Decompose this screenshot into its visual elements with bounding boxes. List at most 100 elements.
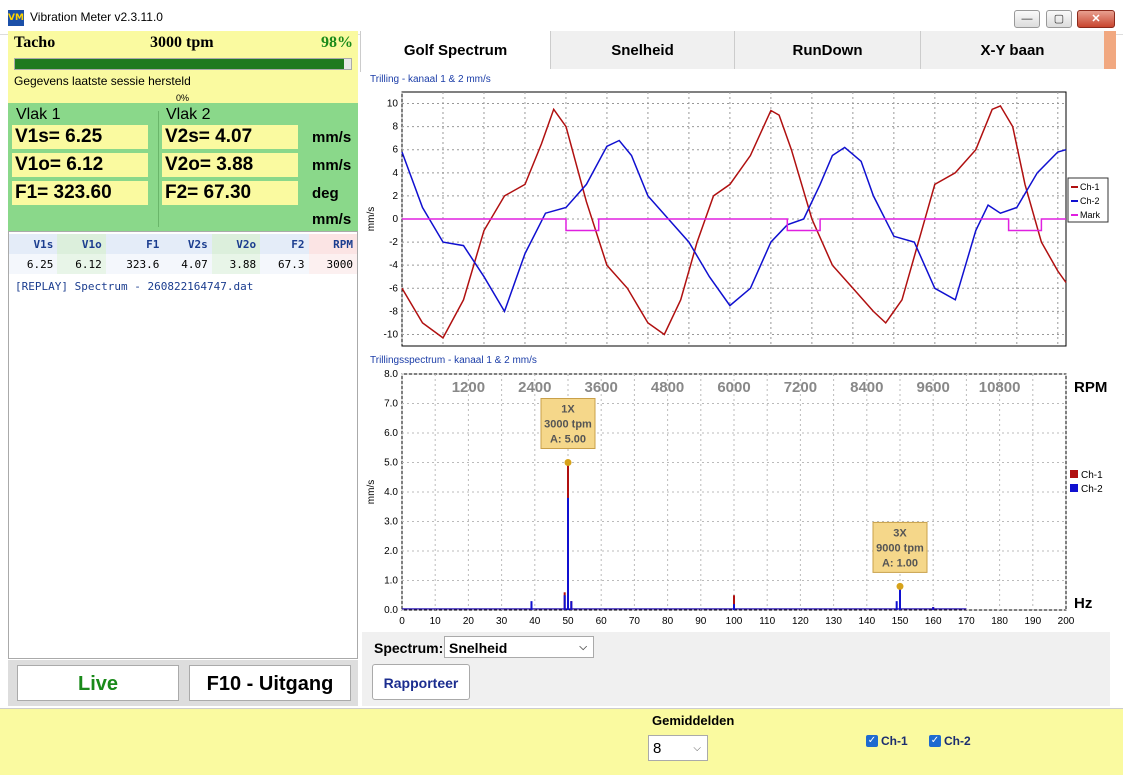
x-tick-label: 150	[892, 616, 909, 627]
y-tick-label: -8	[389, 306, 398, 317]
table-cell: 6.12	[57, 254, 106, 274]
waveform-chart: 0501001502002503003504004505005506006507…	[366, 91, 1109, 347]
f1-value: F1= 323.60	[12, 181, 148, 205]
averaging-select-value: 8	[653, 740, 662, 757]
legend-label: Ch-2	[1081, 484, 1103, 495]
averaging-select[interactable]: 8 ⌵	[648, 735, 708, 761]
tab-snelheid[interactable]: Snelheid	[550, 31, 734, 69]
title-bar: VM Vibration Meter v2.3.11.0 — ▢ ✕	[0, 0, 1123, 35]
table-header-cell: V2s	[163, 234, 212, 254]
y-tick-label: 2.0	[384, 546, 398, 557]
tacho-label: Tacho	[14, 34, 56, 51]
x-tick-label: 200	[1058, 616, 1075, 627]
rpm-tick-label: 2400	[518, 379, 551, 396]
x-tick-label: 0	[399, 616, 405, 627]
action-bar: Live F10 - Uitgang	[8, 660, 358, 706]
unit-label: mm/s	[312, 157, 352, 174]
y-axis-label: mm/s	[366, 480, 377, 504]
f2-value: F2= 67.30	[162, 181, 298, 205]
vlak2-title: Vlak 2	[166, 106, 211, 123]
x-tick-label: 50	[562, 616, 574, 627]
table-header-row: V1s V1o F1 V2s V2o F2 RPM	[9, 234, 357, 254]
y-tick-label: 8	[392, 122, 398, 133]
y-tick-label: 5.0	[384, 458, 398, 469]
x-tick-label: 190	[1024, 616, 1041, 627]
y-tick-label: 10	[387, 99, 399, 110]
legend-label: Ch-2	[1080, 196, 1100, 206]
tab-golf-spectrum[interactable]: Golf Spectrum	[360, 31, 550, 72]
data-table: V1s V1o F1 V2s V2o F2 RPM 6.25 6.12 323.…	[9, 234, 357, 274]
x-tick-label: 170	[958, 616, 975, 627]
table-header-cell: V1s	[9, 234, 58, 254]
table-cell: 323.6	[105, 254, 164, 274]
spectrum-label: Spectrum:	[374, 640, 444, 656]
tacho-progress-fill	[15, 59, 345, 69]
y-tick-label: 6	[392, 145, 398, 156]
peak-annotation-rpm: 9000 tpm	[876, 542, 924, 554]
y-axis-label: mm/s	[366, 207, 377, 231]
rpm-tick-label: 3600	[585, 379, 618, 396]
close-button[interactable]: ✕	[1077, 10, 1115, 28]
x-tick-label: 30	[496, 616, 508, 627]
v1o-value: V1o= 6.12	[12, 153, 148, 177]
x-tick-label: 20	[463, 616, 475, 627]
spectrum-chart-area: Trillingsspectrum - kanaal 1 & 2 mm/s 01…	[362, 352, 1110, 632]
y-tick-label: -2	[389, 237, 398, 248]
ch2-checkbox-label[interactable]: Ch-2	[944, 734, 971, 748]
bottom-bar: Gemiddelden 8 ⌵ ✓ Ch-1 ✓ Ch-2	[0, 708, 1123, 775]
tab-xy-baan[interactable]: X-Y baan	[920, 31, 1104, 69]
ch1-checkbox[interactable]: ✓	[866, 735, 878, 747]
data-table-panel: V1s V1o F1 V2s V2o F2 RPM 6.25 6.12 323.…	[8, 231, 358, 659]
ch2-checkbox[interactable]: ✓	[929, 735, 941, 747]
y-tick-label: 0.0	[384, 605, 398, 616]
spectrum-select-value: Snelheid	[449, 640, 508, 656]
rpm-tick-label: 10800	[979, 379, 1021, 396]
rpm-axis-label: RPM	[1074, 379, 1107, 396]
log-entry: [REPLAY] Spectrum - 260822164747.dat	[15, 280, 254, 293]
rpm-tick-label: 1200	[452, 379, 485, 396]
x-tick-label: 160	[925, 616, 942, 627]
unit-label: mm/s	[312, 211, 352, 228]
x-tick-label: 70	[629, 616, 641, 627]
tacho-rpm: 3000 tpm	[150, 34, 214, 51]
y-tick-label: 2	[392, 191, 398, 202]
table-header-cell: V1o	[57, 234, 106, 254]
rpm-tick-label: 8400	[850, 379, 883, 396]
table-cell: 6.25	[9, 254, 58, 274]
vlak-divider	[158, 111, 159, 227]
legend-swatch	[1070, 470, 1078, 478]
y-tick-label: 0	[392, 214, 398, 225]
rpm-tick-label: 4800	[651, 379, 684, 396]
minimize-button[interactable]: —	[1014, 10, 1040, 28]
rpm-tick-label: 7200	[784, 379, 817, 396]
x-tick-label: 60	[596, 616, 608, 627]
x-tick-label: 140	[858, 616, 875, 627]
tab-rundown[interactable]: RunDown	[734, 31, 920, 69]
peak-annotation-amplitude: A: 1.00	[882, 557, 918, 569]
y-tick-label: 4.0	[384, 487, 398, 498]
x-tick-label: 40	[529, 616, 541, 627]
table-row: 6.25 6.12 323.6 4.07 3.88 67.3 3000	[9, 254, 357, 274]
ch1-checkbox-label[interactable]: Ch-1	[881, 734, 908, 748]
maximize-button[interactable]: ▢	[1046, 10, 1072, 28]
app-logo-icon: VM	[8, 10, 24, 26]
exit-button[interactable]: F10 - Uitgang	[189, 665, 351, 701]
v1s-value: V1s= 6.25	[12, 125, 148, 149]
live-button[interactable]: Live	[17, 665, 179, 701]
y-tick-label: -6	[389, 283, 398, 294]
spectrum-select[interactable]: Snelheid ⌵	[444, 636, 594, 658]
tacho-percent: 98%	[321, 34, 353, 51]
y-tick-label: 8.0	[384, 369, 398, 380]
peak-annotation-rpm: 3000 tpm	[544, 419, 592, 431]
table-header-cell: F2	[260, 234, 309, 254]
y-tick-label: 4	[392, 168, 398, 179]
vlak-panel: Vlak 1 Vlak 2 V1s= 6.25 V1o= 6.12 F1= 32…	[8, 103, 358, 231]
y-tick-label: -10	[384, 329, 399, 340]
peak-marker	[564, 459, 572, 466]
hz-axis-label: Hz	[1074, 595, 1092, 612]
report-button[interactable]: Rapporteer	[372, 664, 470, 700]
peak-annotation-amplitude: A: 5.00	[550, 434, 586, 446]
tacho-panel: Tacho 3000 tpm 98% Gegevens laatste sess…	[8, 31, 358, 103]
unit-label: deg	[312, 185, 339, 202]
window-title: Vibration Meter v2.3.11.0	[30, 10, 163, 24]
